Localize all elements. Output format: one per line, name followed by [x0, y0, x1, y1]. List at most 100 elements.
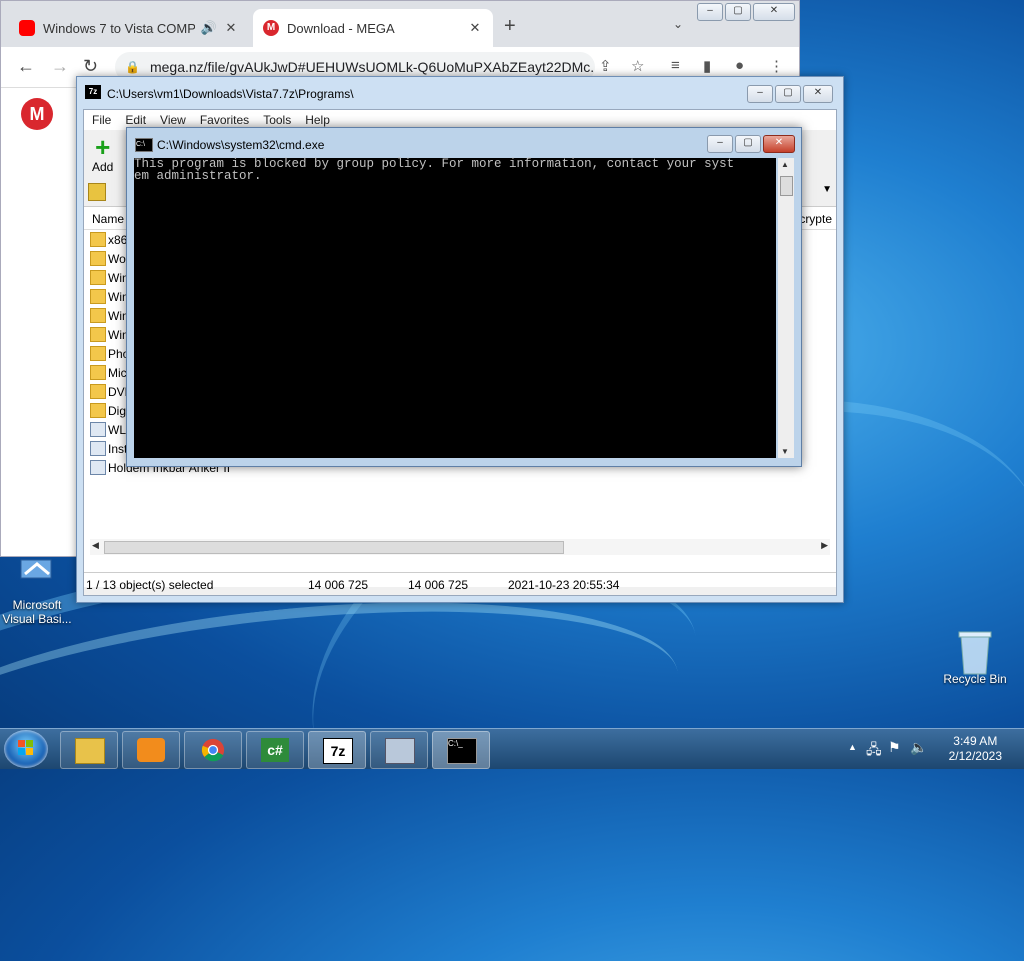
folder-icon	[90, 365, 106, 380]
menu-edit[interactable]: Edit	[125, 113, 146, 127]
csharp-icon: c#	[261, 738, 289, 762]
window-controls: – ▢ ✕	[747, 85, 833, 103]
scroll-down-icon[interactable]: ▼	[781, 447, 789, 456]
taskbar-explorer[interactable]	[60, 731, 118, 769]
speaker-icon[interactable]: 🔊	[201, 20, 217, 36]
clock[interactable]: 3:49 AM 2/12/2023	[949, 734, 1002, 764]
taskbar-csharp[interactable]: c#	[246, 731, 304, 769]
minimize-button[interactable]: –	[697, 3, 723, 21]
minimize-button[interactable]: –	[747, 85, 773, 103]
desktop-icon-recycle-bin[interactable]: Recycle Bin	[940, 630, 1010, 686]
folder-icon	[90, 403, 106, 418]
maximize-button[interactable]: ▢	[735, 135, 761, 153]
add-label: Add	[92, 160, 114, 174]
youtube-icon	[19, 20, 35, 36]
maximize-button[interactable]: ▢	[725, 3, 751, 21]
menu-help[interactable]: Help	[305, 113, 330, 127]
explorer-icon	[75, 738, 105, 764]
horizontal-scrollbar[interactable]: ◀ ▶	[90, 539, 830, 555]
chrome-icon	[201, 738, 225, 762]
close-icon[interactable]: ✕	[223, 20, 239, 36]
desktop-icon-visual-basic[interactable]: Microsoft Visual Basi...	[2, 556, 72, 626]
file-icon	[90, 441, 106, 456]
item-name: WL	[108, 423, 126, 437]
up-folder-icon[interactable]	[88, 183, 106, 201]
chevron-down-icon[interactable]: ⌄	[673, 17, 683, 31]
status-selected: 1 / 13 object(s) selected	[86, 578, 214, 592]
reload-icon[interactable]: ↻	[83, 56, 98, 77]
taskbar-cmd[interactable]: C:\_	[432, 731, 490, 769]
profile-icon[interactable]: ●	[735, 57, 744, 74]
scroll-right-icon[interactable]: ▶	[821, 540, 828, 551]
taskbar-media-player[interactable]	[122, 731, 180, 769]
7zip-icon: 7z	[85, 85, 101, 99]
folder-icon	[90, 384, 106, 399]
menu-icon[interactable]: ⋮	[769, 57, 784, 75]
lock-icon[interactable]: 🔒	[125, 60, 140, 74]
chrome-tab-strip: Windows 7 to Vista COMPLE 🔊 ✕ M Download…	[1, 1, 799, 47]
scrollbar-thumb[interactable]	[780, 176, 793, 196]
scroll-left-icon[interactable]: ◀	[92, 540, 99, 551]
column-name[interactable]: Name	[92, 212, 124, 226]
tab-title: Download - MEGA	[287, 20, 395, 36]
recycle-bin-icon	[955, 630, 995, 675]
status-size: 14 006 725	[308, 578, 369, 592]
start-button[interactable]	[4, 730, 48, 768]
bookmark-star-icon[interactable]: ☆	[631, 57, 644, 75]
add-button[interactable]: + Add	[92, 134, 113, 174]
taskbar-7zip[interactable]: 7z	[308, 731, 366, 769]
forward-icon[interactable]: →	[51, 56, 69, 77]
console-output[interactable]: This program is blocked by group policy.…	[134, 158, 776, 458]
folder-icon	[90, 308, 106, 323]
volume-icon[interactable]: 🔈	[910, 739, 927, 756]
network-icon[interactable]: 🖧	[866, 739, 882, 763]
menu-favorites[interactable]: Favorites	[200, 113, 249, 127]
scroll-up-icon[interactable]: ▲	[781, 160, 789, 169]
menu-file[interactable]: File	[92, 113, 111, 127]
folder-icon	[90, 289, 106, 304]
close-icon[interactable]: ✕	[467, 20, 483, 36]
system-tray: ▲ 🖧 ⚑ 🔈 3:49 AM 2/12/2023	[834, 729, 1024, 769]
minimize-button[interactable]: –	[707, 135, 733, 153]
close-button[interactable]: ✕	[753, 3, 795, 21]
wallpaper-swoosh	[0, 568, 689, 862]
close-button[interactable]: ✕	[763, 135, 795, 153]
cmd-icon: C:\	[135, 138, 153, 152]
desktop-icon-label: Recycle Bin	[943, 672, 1007, 686]
status-modified: 2021-10-23 20:55:34	[508, 578, 620, 592]
file-icon	[90, 460, 106, 475]
scrollbar-thumb[interactable]	[104, 541, 564, 554]
window-controls: – ▢ ✕	[697, 3, 795, 21]
plus-icon: +	[95, 132, 111, 162]
status-packed: 14 006 725	[408, 578, 469, 592]
taskbar-chrome[interactable]	[184, 731, 242, 769]
desktop-icon-label: Microsoft	[12, 598, 62, 612]
vertical-scrollbar[interactable]: ▲ ▼	[778, 158, 794, 458]
action-center-icon[interactable]: ⚑	[888, 739, 901, 756]
menu-tools[interactable]: Tools	[263, 113, 291, 127]
menu-view[interactable]: View	[160, 113, 186, 127]
tab-mega[interactable]: M Download - MEGA ✕	[253, 9, 493, 47]
show-hidden-icons-icon[interactable]: ▲	[848, 742, 857, 752]
url-text: mega.nz/file/gvAUkJwD#UEHUWsUOMLk-Q6UoMu…	[149, 59, 595, 75]
status-bar: 1 / 13 object(s) selected 14 006 725 14 …	[84, 572, 836, 595]
windows-logo-icon	[18, 740, 33, 755]
new-tab-button[interactable]: +	[504, 15, 516, 38]
title-bar: 7z C:\Users\vm1\Downloads\Vista7.7z\Prog…	[77, 77, 843, 109]
maximize-button[interactable]: ▢	[775, 85, 801, 103]
file-icon	[90, 422, 106, 437]
mega-logo[interactable]: M	[21, 98, 53, 130]
folder-icon	[90, 270, 106, 285]
side-panel-icon[interactable]: ▮	[703, 57, 711, 75]
tab-youtube[interactable]: Windows 7 to Vista COMPLE 🔊 ✕	[9, 9, 249, 47]
folder-icon	[90, 251, 106, 266]
taskbar-keyboard[interactable]	[370, 731, 428, 769]
folder-icon	[90, 327, 106, 342]
column-crypted[interactable]: crypte	[799, 212, 832, 226]
close-button[interactable]: ✕	[803, 85, 833, 103]
cmd-icon: C:\_	[447, 738, 477, 764]
media-control-icon[interactable]: ≡	[671, 57, 680, 74]
back-icon[interactable]: ←	[17, 56, 35, 77]
share-icon[interactable]: ⇪	[599, 57, 612, 75]
chevron-down-icon[interactable]: ▼	[822, 184, 832, 195]
